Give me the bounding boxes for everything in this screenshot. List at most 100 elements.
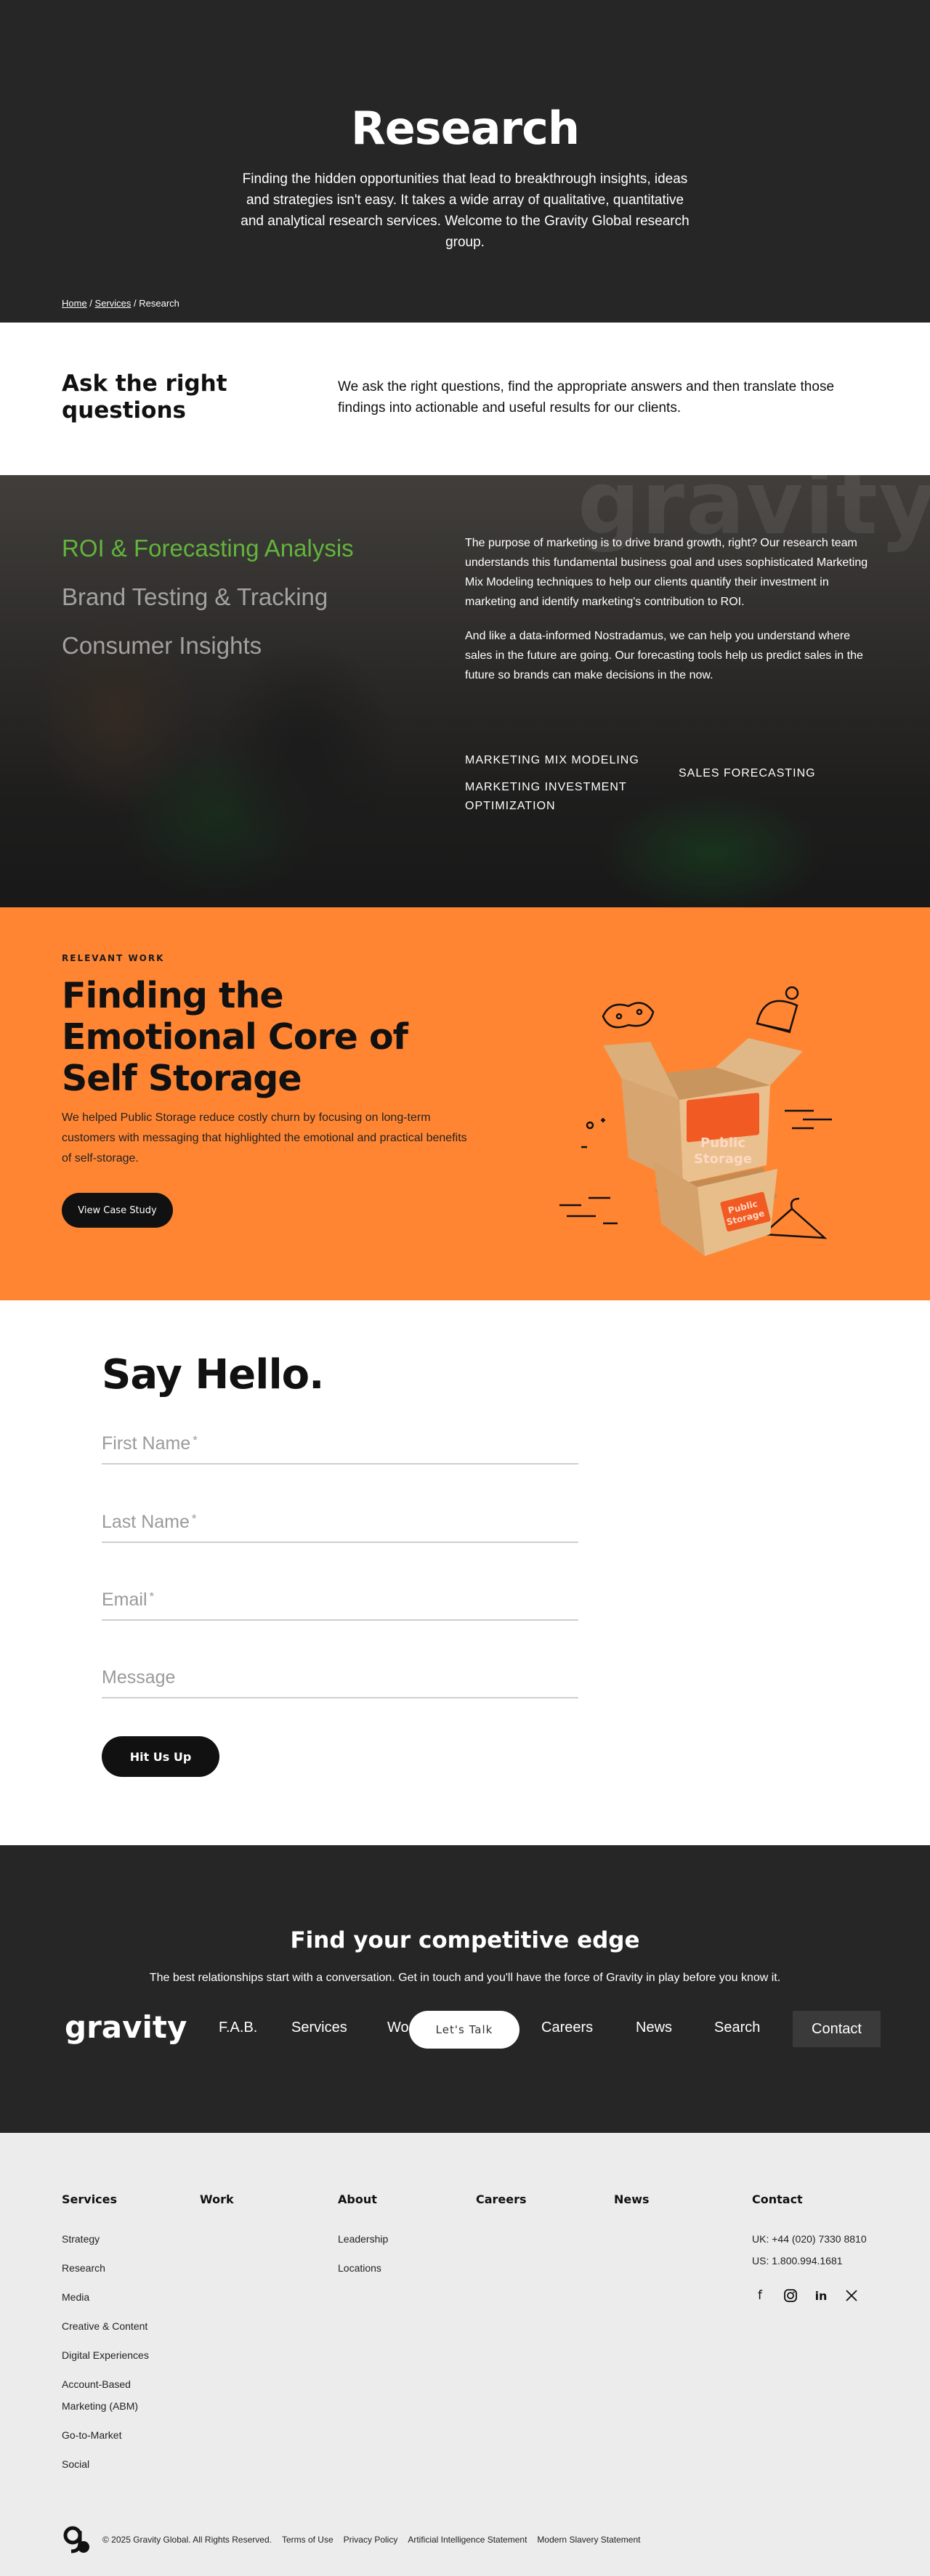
footer-link-research[interactable]: Research [62, 2257, 171, 2279]
capability-description: The purpose of marketing is to drive bra… [465, 533, 872, 700]
linkedin-icon[interactable]: in [813, 2288, 829, 2304]
ask-section: Ask the right questions We ask the right… [0, 323, 930, 475]
required-marker: * [149, 1589, 155, 1603]
footer-work-title[interactable]: Work [200, 2192, 234, 2206]
footer-about: About Leadership Locations [338, 2192, 388, 2286]
footer-news-title[interactable]: News [614, 2192, 650, 2206]
footer-news: News [614, 2192, 650, 2228]
relevant-work-section: RELEVANT WORK Finding the Emotional Core… [0, 907, 930, 1300]
tab-consumer-insights[interactable]: Consumer Insights [62, 632, 354, 660]
box-label-storage: Storage [694, 1151, 752, 1167]
gravity-logo[interactable]: gravity [65, 2009, 187, 2045]
footer-contact: Contact UK: +44 (020) 7330 8810 US: 1.80… [752, 2192, 867, 2304]
form-title: Say Hello. [102, 1351, 324, 1398]
nav-services[interactable]: Services [291, 2020, 347, 2036]
copyright: © 2025 Gravity Global. All Rights Reserv… [102, 2535, 272, 2545]
tab-roi-forecasting[interactable]: ROI & Forecasting Analysis [62, 535, 354, 562]
instagram-icon[interactable] [783, 2288, 798, 2304]
email-label: Email * [102, 1589, 154, 1611]
storage-boxes-illustration: Public Storage Public Storage [559, 986, 832, 1256]
footer-link-locations[interactable]: Locations [338, 2257, 388, 2279]
message-label: Message [102, 1667, 175, 1688]
relevant-title: Finding the Emotional Core of Self Stora… [62, 975, 408, 1099]
footer-link-social[interactable]: Social [62, 2453, 171, 2475]
footer-link-leadership[interactable]: Leadership [338, 2228, 388, 2250]
footer-services-title[interactable]: Services [62, 2192, 171, 2206]
first-name-field[interactable]: First Name * [102, 1424, 578, 1465]
footer-careers: Careers [476, 2192, 527, 2228]
gamepad-icon [602, 1002, 655, 1029]
nav-search[interactable]: Search [714, 2020, 760, 2036]
last-name-field[interactable]: Last Name * [102, 1502, 578, 1543]
footer: Services Strategy Research Media Creativ… [0, 2133, 930, 2576]
tag-marketing-mix: MARKETING MIX MODELING [465, 754, 639, 766]
footer-contact-title[interactable]: Contact [752, 2192, 867, 2206]
gravity-mark-icon[interactable] [62, 2525, 91, 2554]
breadcrumb-home[interactable]: Home [62, 298, 87, 309]
nav-careers[interactable]: Careers [541, 2020, 593, 2036]
footer-bottom: © 2025 Gravity Global. All Rights Reserv… [62, 2525, 641, 2554]
cta-title: Find your competitive edge [290, 1927, 640, 1953]
lets-talk-button[interactable]: Let's Talk [409, 2011, 519, 2049]
terms-link[interactable]: Terms of Use [282, 2535, 333, 2545]
footer-link-creative[interactable]: Creative & Content [62, 2315, 171, 2337]
privacy-link[interactable]: Privacy Policy [344, 2535, 398, 2545]
breadcrumb-services[interactable]: Services [95, 298, 132, 309]
tab-brand-testing[interactable]: Brand Testing & Tracking [62, 583, 354, 611]
required-marker: * [193, 1433, 198, 1447]
last-name-label: Last Name * [102, 1512, 197, 1533]
nav-news[interactable]: News [636, 2020, 672, 2036]
box-label-public: Public [700, 1135, 745, 1151]
footer-services: Services Strategy Research Media Creativ… [62, 2192, 171, 2482]
cta-body: The best relationships start with a conv… [149, 1972, 781, 1984]
ai-statement-link[interactable]: Artificial Intelligence Statement [408, 2535, 527, 2545]
footer-link-abm[interactable]: Account-Based Marketing (ABM) [62, 2373, 171, 2417]
footer-work: Work [200, 2192, 234, 2228]
nav-fab[interactable]: F.A.B. [219, 2020, 257, 2036]
message-field[interactable]: Message [102, 1658, 578, 1698]
contact-form-section: Say Hello. First Name * Last Name * Email *… [0, 1300, 930, 1845]
footer-careers-title[interactable]: Careers [476, 2192, 527, 2206]
email-label-text: Email [102, 1589, 147, 1610]
beanie-icon [756, 986, 799, 1034]
ask-title: Ask the right questions [62, 370, 227, 424]
facebook-icon[interactable]: f [752, 2288, 768, 2304]
footer-link-strategy[interactable]: Strategy [62, 2228, 171, 2250]
phone-uk[interactable]: UK: +44 (020) 7330 8810 [752, 2228, 867, 2250]
breadcrumb-separator: / [131, 298, 140, 309]
page-title: Research [350, 102, 580, 155]
footer-link-gtm[interactable]: Go-to-Market [62, 2424, 171, 2446]
nav-contact[interactable]: Contact [793, 2011, 881, 2047]
capability-paragraph: The purpose of marketing is to drive bra… [465, 537, 868, 608]
capability-tags: MARKETING MIX MODELING MARKETING INVESTM… [465, 751, 872, 831]
cta-section: Find your competitive edge The best rela… [0, 1845, 930, 2133]
modern-slavery-link[interactable]: Modern Slavery Statement [537, 2535, 640, 2545]
nav-work[interactable]: Wo [387, 2020, 409, 2036]
bottom-nav: gravity F.A.B. Services Wo Careers News … [62, 2005, 881, 2049]
ask-body: We ask the right questions, find the app… [338, 379, 835, 416]
required-marker: * [191, 1512, 197, 1526]
tag-marketing-investment: MARKETING INVESTMENT OPTIMIZATION [465, 781, 627, 812]
capabilities-section: gravity ROI & Forecasting Analysis Brand… [0, 475, 930, 907]
hit-us-up-button[interactable]: Hit Us Up [102, 1736, 219, 1777]
capability-paragraph: And like a data-informed Nostradamus, we… [465, 630, 863, 681]
social-links: f in [752, 2288, 867, 2304]
hero: Research Finding the hidden opportunitie… [0, 0, 930, 323]
footer-link-digital[interactable]: Digital Experiences [62, 2344, 171, 2366]
tag-sales-forecasting: SALES FORECASTING [679, 767, 816, 779]
relevant-eyebrow: RELEVANT WORK [62, 953, 165, 963]
first-name-label-text: First Name [102, 1433, 191, 1454]
x-icon[interactable] [844, 2288, 860, 2304]
hero-intro: Finding the hidden opportunities that le… [240, 171, 690, 250]
phone-us[interactable]: US: 1.800.994.1681 [752, 2250, 867, 2272]
breadcrumb-separator: / [86, 298, 95, 309]
email-field[interactable]: Email * [102, 1580, 578, 1621]
view-case-study-button[interactable]: View Case Study [62, 1193, 173, 1228]
capability-tabs: ROI & Forecasting Analysis Brand Testing… [62, 535, 354, 681]
footer-link-media[interactable]: Media [62, 2286, 171, 2308]
footer-about-title[interactable]: About [338, 2192, 388, 2206]
breadcrumb: Home / Services / Research [62, 298, 179, 309]
message-label-text: Message [102, 1667, 176, 1688]
last-name-label-text: Last Name [102, 1512, 190, 1532]
breadcrumb-current: Research [139, 298, 179, 309]
